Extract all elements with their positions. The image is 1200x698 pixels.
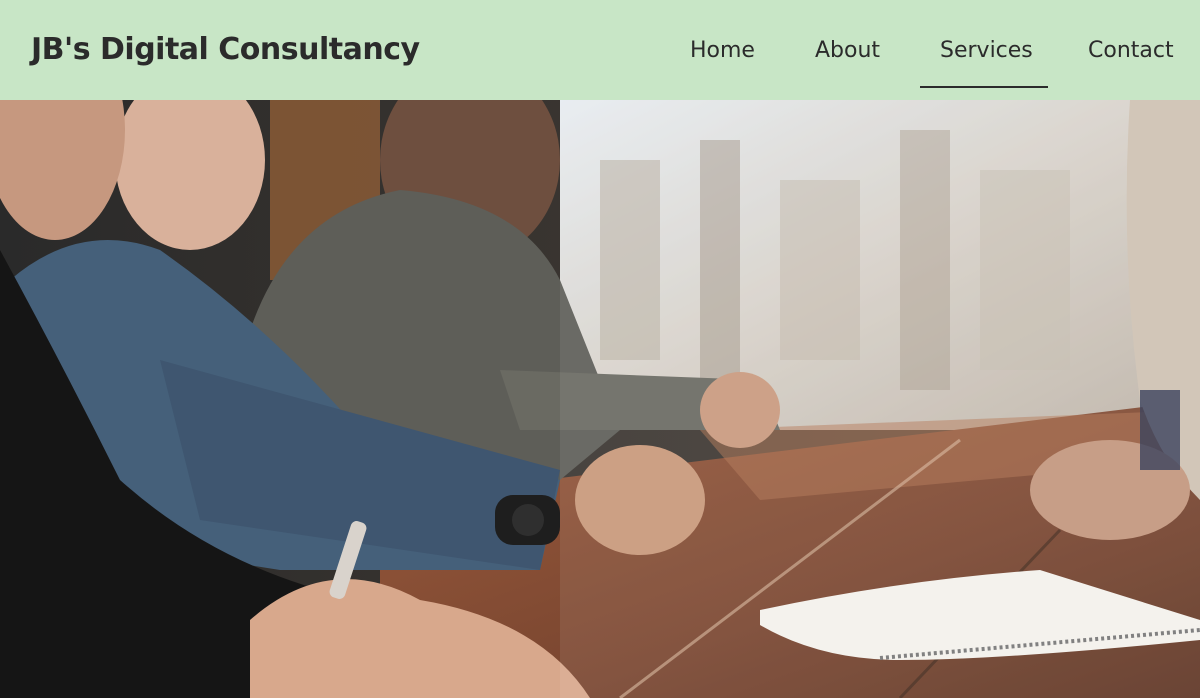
nav-contact-link[interactable]: Contact (1088, 34, 1174, 68)
active-nav-indicator (920, 86, 1048, 88)
site-header: JB's Digital Consultancy Home About Serv… (0, 0, 1200, 100)
nav-home-link[interactable]: Home (690, 34, 755, 68)
meeting-photo-illustration (0, 100, 1200, 698)
site-title[interactable]: JB's Digital Consultancy (31, 30, 420, 70)
hero-image (0, 100, 1200, 698)
nav-services-link[interactable]: Services (940, 34, 1033, 68)
nav-about-link[interactable]: About (815, 34, 880, 68)
